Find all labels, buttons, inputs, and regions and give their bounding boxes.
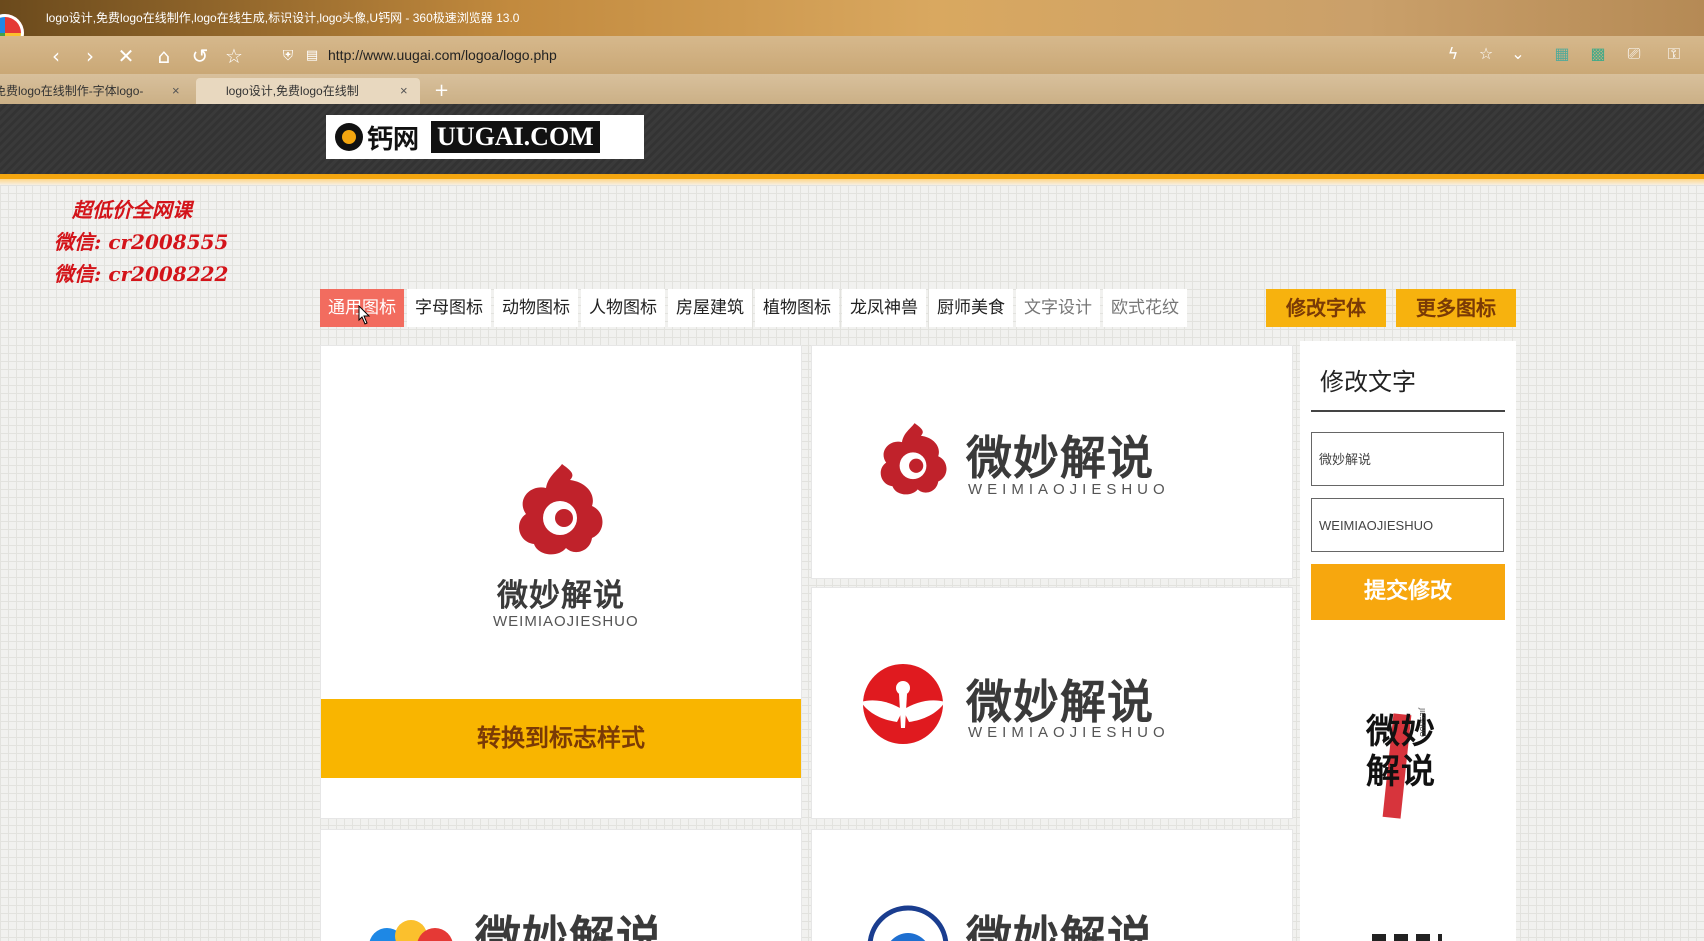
edit-text-title: 修改文字 <box>1320 368 1416 396</box>
edit-font-button[interactable]: 修改字体 <box>1266 289 1386 327</box>
category-text-design[interactable]: 文字设计 <box>1016 289 1100 327</box>
colorful-logo-icon <box>369 920 453 941</box>
chevron-down-icon[interactable]: ⌄ <box>1508 44 1528 64</box>
refresh-icon[interactable]: ↺ <box>188 44 212 68</box>
window-title: logo设计,免费logo在线制作,logo在线生成,标识设计,logo头像,U… <box>46 11 520 25</box>
promo-text: 超低价全网课 微信: cr2008555 微信: cr2008222 <box>54 194 228 290</box>
screenshot-icon[interactable]: ⎚ <box>1624 44 1644 64</box>
stop-icon[interactable]: ✕ <box>114 44 138 68</box>
edit-text-panel <box>1300 341 1516 941</box>
tab-close-icon[interactable]: × <box>172 78 180 104</box>
logo-cn-text: 微妙解说 <box>497 578 625 614</box>
logo-en-text: WEIMIAOJIESHUO <box>968 724 1170 741</box>
category-plant[interactable]: 植物图标 <box>755 289 839 327</box>
lightning-icon[interactable]: ϟ <box>1443 44 1463 64</box>
category-animal[interactable]: 动物图标 <box>494 289 578 327</box>
red-wings-logo-icon <box>861 664 945 744</box>
mouse-cursor-icon <box>358 305 371 325</box>
site-logo[interactable]: 钙网 UUGAI.COM <box>326 115 644 159</box>
gear-logo-icon <box>335 123 363 151</box>
forward-icon[interactable]: › <box>78 44 102 68</box>
logo-en-text: WEIMIAOJIESHUO <box>493 613 639 630</box>
logo-cn-text: 微妙解说 <box>966 911 1154 941</box>
category-nav: 通用图标 字母图标 动物图标 人物图标 房屋建筑 植物图标 龙凤神兽 厨师美食 … <box>320 289 1187 327</box>
category-letter[interactable]: 字母图标 <box>407 289 491 327</box>
tab-logo-design[interactable]: logo设计,免费logo在线制 × <box>196 78 420 104</box>
category-building[interactable]: 房屋建筑 <box>668 289 752 327</box>
panel-divider <box>1311 410 1505 412</box>
site-header <box>0 104 1704 185</box>
tab-label: logo设计,免费logo在线制 <box>226 84 359 98</box>
cn-text-field[interactable]: 微妙解说 <box>1311 432 1504 486</box>
address-bar-url[interactable]: http://www.uugai.com/logoa/logo.php <box>328 47 557 63</box>
promo-line-2: 微信: cr2008555 <box>54 230 229 254</box>
logo-en-text: WEIMIAOJIESHUO <box>968 481 1170 498</box>
category-european[interactable]: 欧式花纹 <box>1103 289 1187 327</box>
more-icons-button[interactable]: 更多图标 <box>1396 289 1516 327</box>
category-dragon[interactable]: 龙凤神兽 <box>842 289 926 327</box>
new-tab-button[interactable]: + <box>434 78 449 104</box>
category-people[interactable]: 人物图标 <box>581 289 665 327</box>
key-icon[interactable]: ⚿ <box>1664 44 1684 64</box>
logo-card-colorful[interactable]: 微妙解说 <box>321 830 801 941</box>
promo-line-3: 微信: cr2008222 <box>54 262 229 286</box>
logo-cn-text: 微妙解说 <box>475 911 663 941</box>
apps-grid-icon[interactable]: ▦ <box>1552 44 1572 64</box>
tab-font-logo[interactable]: 免费logo在线制作-字体logo- × <box>0 78 190 104</box>
red-cloud-logo-icon <box>880 423 947 495</box>
logo-cn-text: 微妙解说 <box>966 431 1154 485</box>
convert-style-button[interactable]: 转换到标志样式 <box>321 699 801 778</box>
tab-label: 免费logo在线制作-字体logo- <box>0 84 144 98</box>
site-logo-cn: 钙网 <box>367 124 420 155</box>
en-text-field[interactable]: WEIMIAOJIESHUO <box>1311 498 1504 552</box>
red-cloud-logo-icon <box>519 464 603 555</box>
back-icon[interactable]: ‹ <box>44 44 68 68</box>
logo-card-blue-bird[interactable]: 微妙解说 <box>812 830 1292 941</box>
category-food[interactable]: 厨师美食 <box>929 289 1013 327</box>
promo-line-1: 超低价全网课 <box>72 198 192 222</box>
calligraphy-logo-preview[interactable]: 微妙解说 JIESHUO <box>1364 706 1444 822</box>
next-preview-partial <box>1372 934 1442 941</box>
blue-bird-logo-icon <box>867 905 949 941</box>
bookmark-star-icon[interactable]: ☆ <box>1476 44 1496 64</box>
extensions-icon[interactable]: ▩ <box>1588 44 1608 64</box>
site-logo-en: UUGAI.COM <box>431 121 600 153</box>
submit-edit-button[interactable]: 提交修改 <box>1311 564 1505 620</box>
tab-close-icon[interactable]: × <box>400 78 408 104</box>
calligraphy-small-text: JIESHUO <box>1418 708 1426 737</box>
home-icon[interactable]: ⌂ <box>152 44 176 68</box>
favorite-star-icon[interactable]: ☆ <box>222 44 246 68</box>
logo-cn-text: 微妙解说 <box>966 675 1154 729</box>
